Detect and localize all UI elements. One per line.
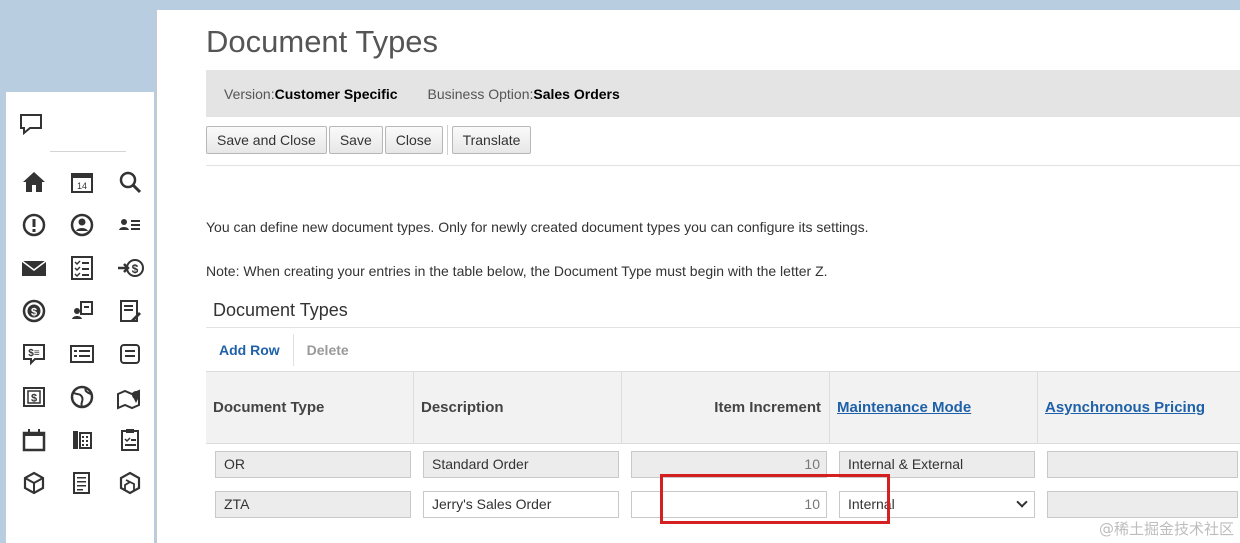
description-text: You can define new document types. Only … [206, 219, 869, 235]
watermark: @稀土掘金技术社区 [1098, 520, 1234, 538]
alert-icon[interactable] [10, 203, 58, 246]
add-row-button[interactable]: Add Row [206, 342, 293, 358]
table-cell: ZTA [206, 490, 414, 518]
save-and-close-button[interactable]: Save and Close [206, 126, 327, 154]
highlight-box [660, 474, 890, 524]
list-card-icon[interactable] [58, 332, 106, 375]
home-icon[interactable] [10, 160, 58, 203]
mail-icon[interactable] [10, 246, 58, 289]
user-list-icon[interactable] [106, 203, 154, 246]
map-pin-icon[interactable] [106, 375, 154, 418]
sidebar-divider [50, 151, 126, 152]
svg-text:14: 14 [77, 181, 87, 191]
column-header-document-type[interactable]: Document Type [206, 372, 414, 443]
section-divider [206, 327, 1240, 328]
context-info-bar: Version:Customer Specific Business Optio… [206, 70, 1240, 117]
close-button[interactable]: Close [384, 126, 443, 154]
price-tag-icon[interactable]: $≡ [10, 332, 58, 375]
table-cell [1038, 450, 1240, 478]
toolbar: Save and Close Save Close Translate [206, 125, 533, 155]
main-panel: Document Types Version:Customer Specific… [156, 10, 1240, 543]
document-type-field: OR [215, 450, 411, 478]
page-title: Document Types [206, 24, 439, 59]
asynchronous-pricing-field [1047, 490, 1238, 518]
svg-text:$: $ [31, 392, 37, 404]
toolbar-divider-line [206, 165, 1240, 166]
person-card-icon[interactable] [58, 289, 106, 332]
table-header: Document Type Description Item Increment… [206, 371, 1240, 444]
chat-bubble-icon[interactable] [18, 112, 44, 141]
column-header-maintenance-mode[interactable]: Maintenance Mode [830, 372, 1038, 443]
toolbar-divider [446, 125, 448, 155]
table-cell: OR [206, 450, 414, 478]
edit-doc-icon[interactable] [106, 289, 154, 332]
column-header-asynchronous-pricing[interactable]: Asynchronous Pricing [1038, 372, 1240, 443]
money-transfer-icon[interactable]: $ [106, 246, 154, 289]
svg-text:$: $ [132, 262, 139, 276]
section-title: Document Types [213, 300, 348, 320]
box-icon[interactable] [106, 461, 154, 504]
table-cell [1038, 490, 1240, 518]
note-text: Note: When creating your entries in the … [206, 263, 828, 279]
phone-book-icon[interactable] [58, 418, 106, 461]
calendar-blank-icon[interactable] [10, 418, 58, 461]
dollar-coin-icon[interactable]: $ [10, 289, 58, 332]
navigator-sidebar: 14 $ $ $≡ $ [6, 92, 154, 543]
business-option-info: Business Option:Sales Orders [428, 86, 620, 102]
checklist-icon[interactable] [58, 246, 106, 289]
svg-text:$≡: $≡ [28, 348, 40, 359]
description-field: Standard Order [423, 450, 619, 478]
column-header-description[interactable]: Description [414, 372, 622, 443]
sidebar-icon-grid: 14 $ $ $≡ $ [10, 160, 154, 504]
dollar-doc-icon[interactable]: $ [10, 375, 58, 418]
version-info: Version:Customer Specific [224, 86, 398, 102]
svg-text:$: $ [31, 306, 37, 318]
asynchronous-pricing-field [1047, 450, 1238, 478]
document-list-icon[interactable] [58, 461, 106, 504]
chevron-down-icon [1016, 496, 1028, 508]
cube-icon[interactable] [10, 461, 58, 504]
table-cell: Jerry's Sales Order [414, 490, 622, 518]
bracket-list-icon[interactable] [106, 332, 154, 375]
globe-dollar-icon[interactable] [58, 375, 106, 418]
business-option-label: Business Option: [427, 85, 534, 102]
clipboard-icon[interactable] [106, 418, 154, 461]
description-input[interactable]: Jerry's Sales Order [423, 490, 619, 518]
table-cell: Standard Order [414, 450, 622, 478]
table-actions: Add Row Delete [206, 334, 362, 366]
translate-button[interactable]: Translate [451, 126, 532, 154]
column-header-item-increment[interactable]: Item Increment [622, 372, 830, 443]
version-value: Customer Specific [274, 85, 398, 102]
business-option-value: Sales Orders [533, 85, 620, 102]
user-circle-icon[interactable] [58, 203, 106, 246]
document-type-field: ZTA [215, 490, 411, 518]
search-icon[interactable] [106, 160, 154, 203]
delete-button[interactable]: Delete [294, 342, 362, 358]
calendar-icon[interactable]: 14 [58, 160, 106, 203]
save-button[interactable]: Save [328, 126, 383, 154]
version-label: Version: [224, 85, 275, 102]
